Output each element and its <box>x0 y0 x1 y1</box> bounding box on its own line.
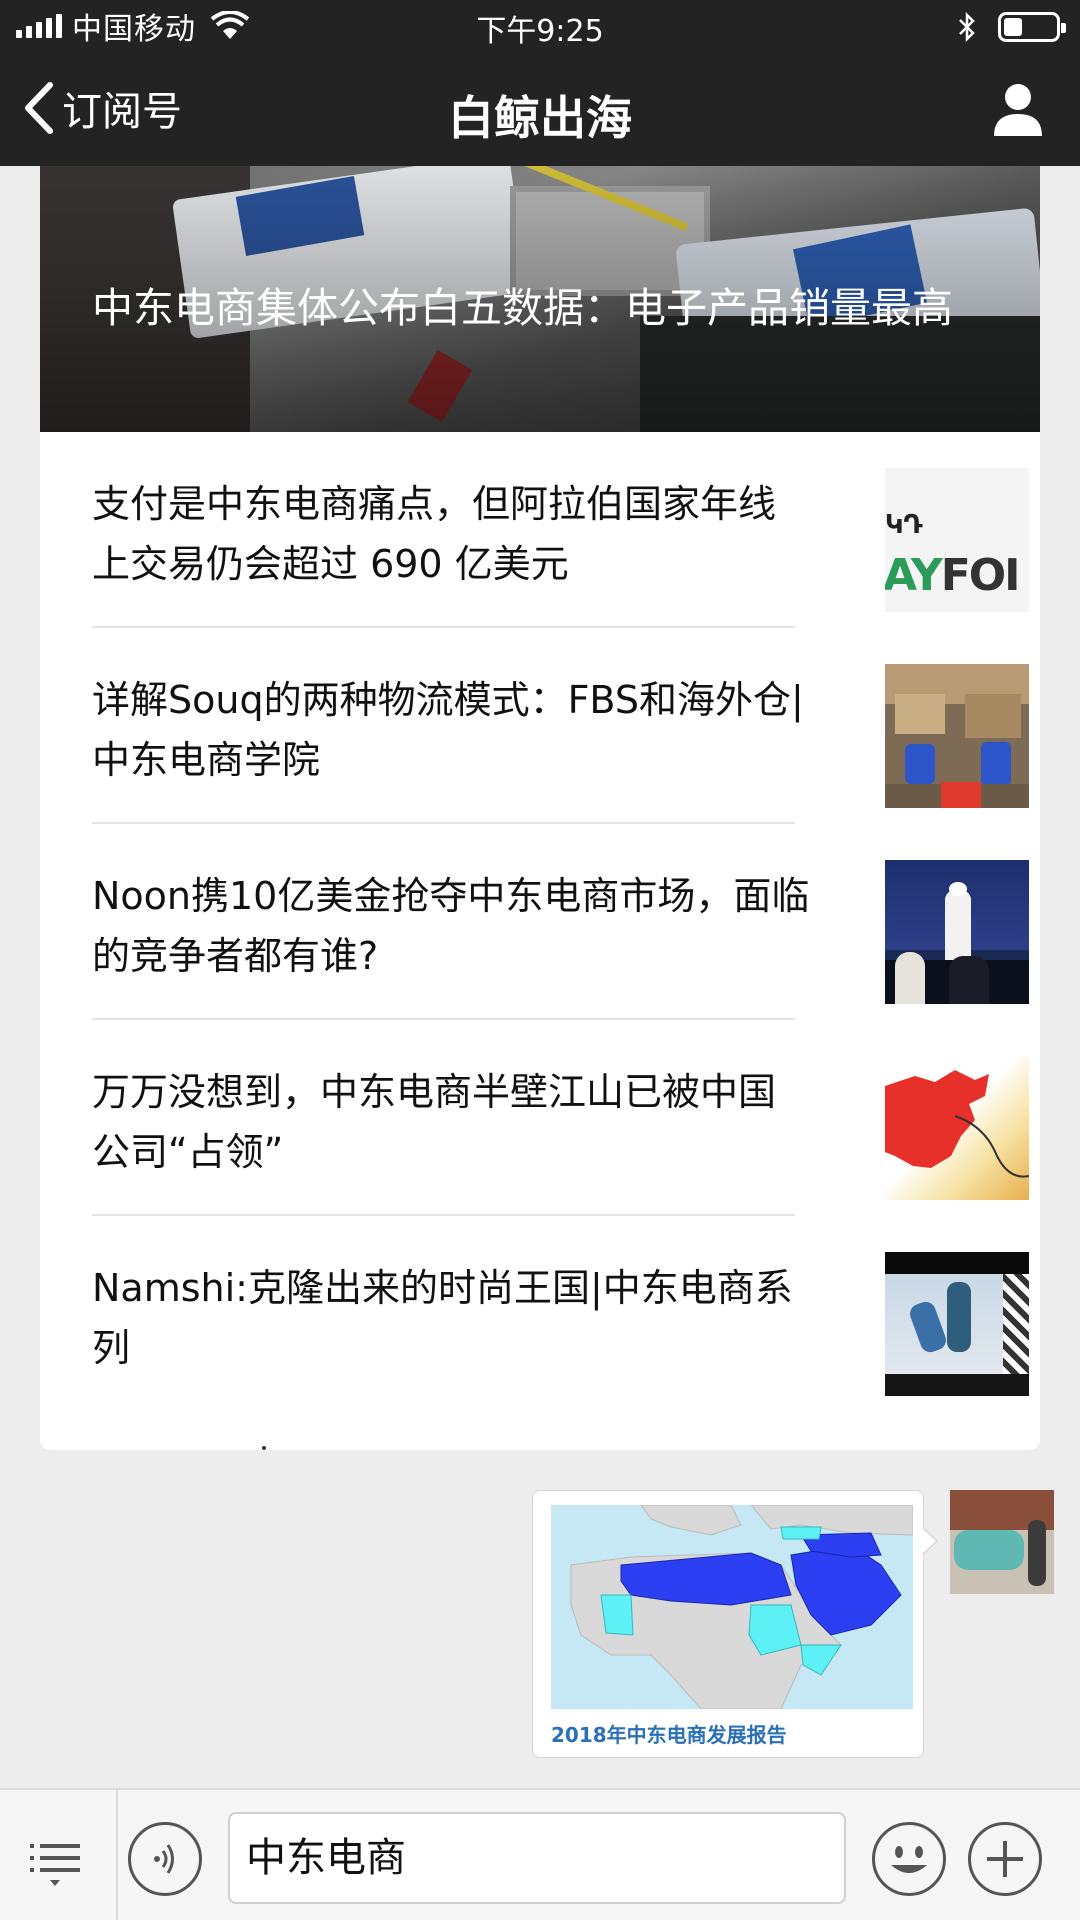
status-right <box>956 12 1066 42</box>
divider <box>116 1790 118 1920</box>
warehouse-photo-thumb <box>885 664 1029 808</box>
chevron-left-icon <box>25 82 53 134</box>
image-message[interactable]: 2018年中东电商发展报告 <box>532 1490 938 1758</box>
article-item[interactable]: 支付是中东电商痛点，但阿拉伯国家年线上交易仍会超过 690 亿美元 ԿԴ AYF… <box>92 432 1029 628</box>
article-item[interactable]: 详解Souq的两种物流模式：FBS和海外仓|中东电商学院 <box>92 628 1029 824</box>
middle-east-map-image <box>551 1505 913 1709</box>
nav-bar: 订阅号 白鲸出海 <box>0 52 1080 166</box>
china-map-thumb <box>885 1056 1029 1200</box>
hero-title: 中东电商集体公布白五数据：电子产品销量最高 <box>92 284 953 332</box>
article-title: Namshi:克隆出来的时尚王国|中东电商系列 <box>92 1266 793 1370</box>
input-bar: 中东电商 <box>0 1788 1080 1920</box>
plus-icon[interactable] <box>968 1822 1042 1896</box>
back-label: 订阅号 <box>62 89 182 135</box>
image-caption: 2018年中东电商发展报告 <box>551 1723 787 1747</box>
article-item[interactable]: Namshi:克隆出来的时尚王国|中东电商系列 <box>92 1216 1029 1412</box>
hero-article[interactable]: 中东电商集体公布白五数据：电子产品销量最高 <box>40 166 1040 432</box>
article-title: Noon携10亿美金抢夺中东电商市场，面临的竞争者都有谁? <box>92 874 810 978</box>
stage-presentation-photo-thumb <box>885 860 1029 1004</box>
menu-list-icon[interactable] <box>26 1832 84 1890</box>
article-title: 支付是中东电商痛点，但阿拉伯国家年线上交易仍会超过 690 亿美元 <box>92 482 777 586</box>
dot <box>262 1446 266 1450</box>
battery-icon <box>998 12 1066 42</box>
message-input[interactable]: 中东电商 <box>228 1812 846 1904</box>
article-card: 中东电商集体公布白五数据：电子产品销量最高 支付是中东电商痛点，但阿拉伯国家年线… <box>40 166 1040 1450</box>
article-title: 万万没想到，中东电商半壁江山已被中国公司“占领” <box>92 1070 777 1174</box>
article-item[interactable]: 万万没想到，中东电商半壁江山已被中国公司“占领” <box>92 1020 1029 1216</box>
voice-icon[interactable] <box>128 1822 202 1896</box>
article-item[interactable]: Noon携10亿美金抢夺中东电商市场，面临的竞争者都有谁? <box>92 824 1029 1020</box>
avatar[interactable] <box>950 1490 1054 1594</box>
battery-level <box>1004 18 1022 36</box>
emoji-icon[interactable] <box>872 1822 946 1896</box>
status-left: 中国移动 <box>16 8 250 47</box>
status-bar: 中国移动 下午9:25 <box>0 0 1080 52</box>
back-button[interactable]: 订阅号 <box>22 80 182 136</box>
article-title: 详解Souq的两种物流模式：FBS和海外仓|中东电商学院 <box>92 678 804 782</box>
payfort-logo-thumb: ԿԴ AYFOI <box>885 468 1029 612</box>
signal-icon <box>16 14 62 38</box>
carrier-label: 中国移动 <box>72 12 196 47</box>
wifi-icon <box>210 11 250 39</box>
bluetooth-icon <box>959 12 975 42</box>
person-icon[interactable] <box>992 82 1044 138</box>
fashion-photo-thumb <box>885 1252 1029 1396</box>
